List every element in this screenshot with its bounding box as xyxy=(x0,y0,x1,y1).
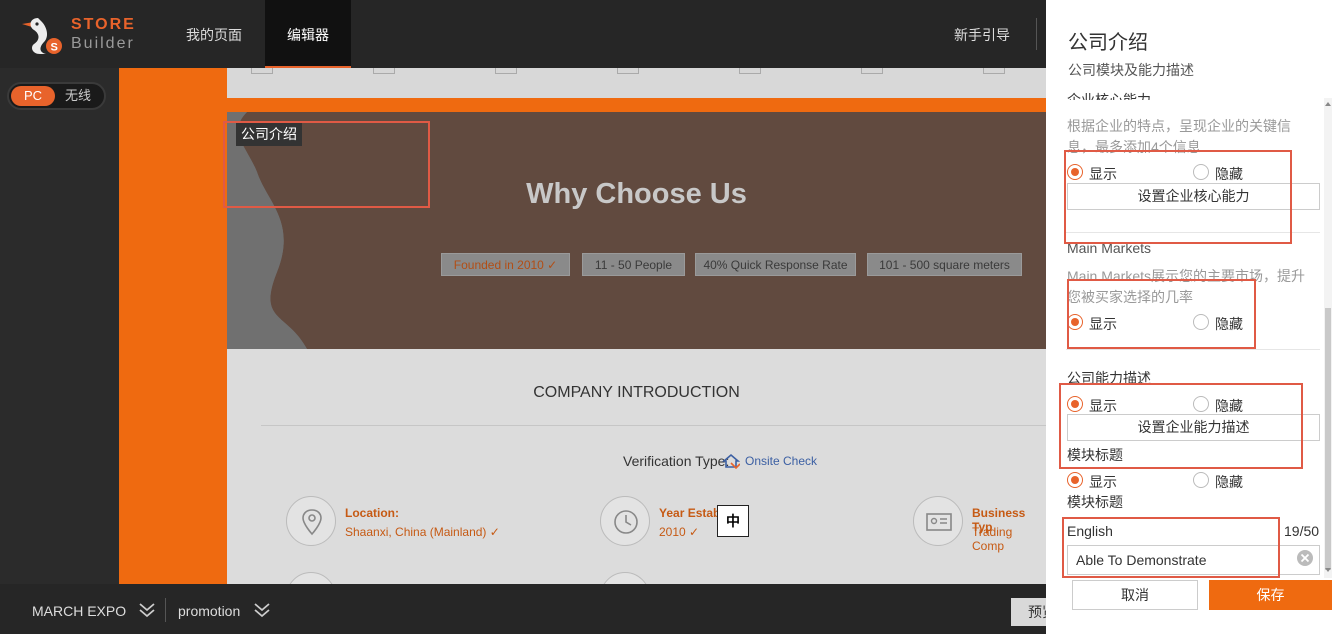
title-show-radio[interactable] xyxy=(1067,472,1083,488)
bottom-divider xyxy=(165,598,166,622)
panel-title: 公司介绍 xyxy=(1068,32,1148,54)
section-divider xyxy=(1066,232,1320,233)
cancel-button[interactable]: 取消 xyxy=(1072,580,1198,610)
toggle-pc[interactable]: PC xyxy=(11,86,55,106)
set-core-capability-button[interactable]: 设置企业核心能力 xyxy=(1067,183,1320,210)
capability-hide-label[interactable]: 隐藏 xyxy=(1215,396,1243,416)
core-capability-desc-1: 根据企业的特点，呈现企业的关键信 xyxy=(1067,118,1291,134)
panel-subtitle: 公司模块及能力描述 xyxy=(1068,62,1194,78)
module-title-heading: 模块标题 xyxy=(1067,447,1123,463)
top-bar: S STORE Builder 我的页面 编辑器 新手引导 xyxy=(0,0,1046,68)
main-markets-desc-1: Main Markets展示您的主要市场，提升 xyxy=(1067,268,1306,284)
placeholder-box xyxy=(495,68,517,74)
chevron-down-icon[interactable] xyxy=(253,601,271,619)
panel-scrollbar-thumb[interactable] xyxy=(1325,308,1331,570)
markets-show-radio[interactable] xyxy=(1067,314,1083,330)
capability-show-radio[interactable] xyxy=(1067,396,1083,412)
canvas-orange-band xyxy=(227,98,1046,112)
history-icon xyxy=(600,496,650,546)
core-show-radio[interactable] xyxy=(1067,164,1083,180)
core-heading-clip: 企业核心能力 xyxy=(1046,86,1332,100)
ime-indicator: 中 xyxy=(717,505,749,537)
logo-text-builder: Builder xyxy=(71,35,135,52)
placeholder-box xyxy=(373,68,395,74)
module-title-input[interactable] xyxy=(1067,545,1320,575)
capability-hide-radio[interactable] xyxy=(1193,396,1209,412)
hero-title: Why Choose Us xyxy=(526,178,747,210)
hero-background-shape xyxy=(227,112,1046,349)
march-expo-menu[interactable]: MARCH EXPO xyxy=(32,603,126,619)
onsite-check-link[interactable]: Onsite Check xyxy=(745,454,817,468)
core-show-label[interactable]: 显示 xyxy=(1089,164,1117,184)
nav-editor[interactable]: 编辑器 xyxy=(265,0,351,68)
editor-canvas[interactable]: Why Choose Us Founded in 2010 ✓ 11 - 50 … xyxy=(227,68,1046,584)
device-toggle[interactable]: PC 无线 xyxy=(7,82,106,110)
settings-panel: 公司介绍 公司模块及能力描述 企业核心能力 根据企业的特点，呈现企业的关键信 息… xyxy=(1046,0,1332,634)
placeholder-box xyxy=(739,68,761,74)
logo-bird-icon: S xyxy=(22,18,62,54)
title-hide-radio[interactable] xyxy=(1193,472,1209,488)
language-label: English xyxy=(1067,523,1113,539)
location-icon xyxy=(286,496,336,546)
bottom-bar: MARCH EXPO promotion 预览 xyxy=(0,584,1046,634)
toggle-mobile[interactable]: 无线 xyxy=(65,86,91,106)
tag-people: 11 - 50 People xyxy=(582,253,685,276)
core-hide-radio[interactable] xyxy=(1193,164,1209,180)
set-capability-button[interactable]: 设置企业能力描述 xyxy=(1067,414,1320,441)
tag-response-rate: 40% Quick Response Rate xyxy=(695,253,856,276)
info-location-value: Shaanxi, China (Mainland) ✓ xyxy=(345,525,500,539)
company-intro-title: COMPANY INTRODUCTION xyxy=(533,384,740,401)
capability-heading: 公司能力描述 xyxy=(1067,370,1151,386)
title-show-label[interactable]: 显示 xyxy=(1089,472,1117,492)
svg-text:S: S xyxy=(51,42,58,54)
info-business-value: Trading Comp xyxy=(972,525,1013,553)
title-hide-label[interactable]: 隐藏 xyxy=(1215,472,1243,492)
main-markets-desc-2: 您被买家选择的几率 xyxy=(1067,289,1193,305)
core-capability-heading: 企业核心能力 xyxy=(1067,92,1151,100)
chevron-down-icon[interactable] xyxy=(138,601,156,619)
top-divider xyxy=(1036,18,1037,50)
info-year-value: 2010 ✓ xyxy=(659,525,700,539)
clear-icon[interactable] xyxy=(1296,549,1314,567)
capability-show-label[interactable]: 显示 xyxy=(1089,396,1117,416)
placeholder-box xyxy=(617,68,639,74)
scroll-up-icon[interactable] xyxy=(1324,100,1332,108)
business-card-icon xyxy=(913,496,963,546)
beginner-guide-link[interactable]: 新手引导 xyxy=(954,0,1010,68)
hero-banner[interactable]: Why Choose Us Founded in 2010 ✓ 11 - 50 … xyxy=(227,112,1046,349)
placeholder-box xyxy=(251,68,273,74)
module-label: 公司介绍 xyxy=(236,122,302,146)
markets-show-label[interactable]: 显示 xyxy=(1089,314,1117,334)
onsite-check-icon xyxy=(722,453,740,469)
canvas-top-strip xyxy=(227,68,1046,98)
markets-hide-radio[interactable] xyxy=(1193,314,1209,330)
canvas-orange-column xyxy=(119,68,227,584)
info-circle-partial xyxy=(600,572,650,584)
module-title-heading-2: 模块标题 xyxy=(1067,494,1123,510)
intro-divider xyxy=(261,425,1046,426)
main-markets-heading: Main Markets xyxy=(1067,240,1152,256)
info-year-label: Year Estab xyxy=(659,506,721,520)
save-button[interactable]: 保存 xyxy=(1209,580,1332,610)
store-builder-logo[interactable]: S STORE Builder xyxy=(20,14,150,58)
placeholder-box xyxy=(861,68,883,74)
tag-area: 101 - 500 square meters xyxy=(867,253,1022,276)
section-divider xyxy=(1066,349,1320,350)
promotion-menu[interactable]: promotion xyxy=(178,603,240,619)
markets-hide-label[interactable]: 隐藏 xyxy=(1215,314,1243,334)
verification-label: Verification Type: xyxy=(623,453,730,469)
info-circle-partial xyxy=(286,572,336,584)
char-count: 19/50 xyxy=(1284,523,1320,539)
logo-text-store: STORE xyxy=(71,16,136,33)
core-hide-label[interactable]: 隐藏 xyxy=(1215,164,1243,184)
preview-button[interactable]: 预览 xyxy=(1011,598,1046,626)
scroll-down-icon[interactable] xyxy=(1324,566,1332,574)
core-capability-desc-2: 息，最多添加4个信息 xyxy=(1067,139,1201,155)
placeholder-box xyxy=(983,68,1005,74)
nav-my-pages[interactable]: 我的页面 xyxy=(170,0,258,68)
left-rail: PC 无线 xyxy=(0,68,119,584)
tag-founded: Founded in 2010 ✓ xyxy=(441,253,570,276)
info-location-label: Location: xyxy=(345,506,399,520)
